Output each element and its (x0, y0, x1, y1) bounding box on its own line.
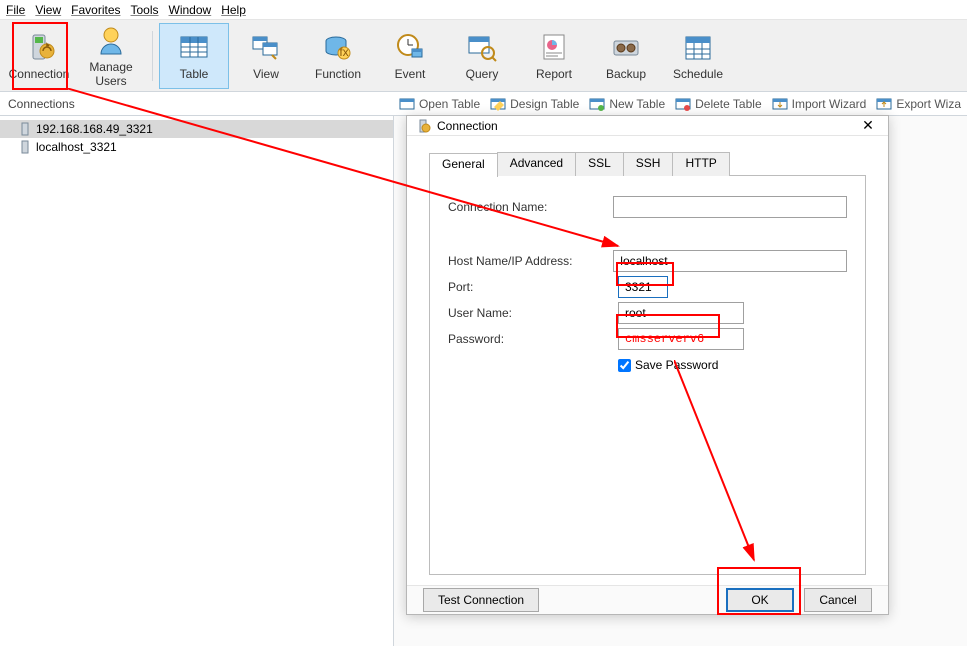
import-icon (772, 96, 788, 112)
manage-users-label: Manage Users (77, 60, 145, 88)
event-button[interactable]: Event (375, 23, 445, 89)
connection-button[interactable]: Connection (4, 23, 74, 89)
view-button[interactable]: View (231, 23, 301, 89)
function-icon: fx (322, 31, 354, 63)
ok-button[interactable]: OK (726, 588, 794, 612)
cancel-button[interactable]: Cancel (804, 588, 872, 612)
user-icon (95, 24, 127, 56)
password-label: Password: (448, 332, 618, 346)
tab-http[interactable]: HTTP (672, 152, 729, 176)
report-button[interactable]: Report (519, 23, 589, 89)
query-button[interactable]: Query (447, 23, 517, 89)
tab-page-general: Connection Name: Host Name/IP Address: P… (429, 175, 866, 575)
menu-tools[interactable]: Tools (131, 3, 159, 17)
menu-favorites[interactable]: Favorites (71, 3, 120, 17)
function-label: Function (315, 67, 361, 81)
new-table-icon (589, 96, 605, 112)
tree-item-label: 192.168.168.49_3321 (36, 122, 153, 136)
view-icon (250, 31, 282, 63)
backup-label: Backup (606, 67, 646, 81)
event-icon (394, 31, 426, 63)
schedule-label: Schedule (673, 67, 723, 81)
query-label: Query (466, 67, 499, 81)
main-toolbar: Connection Manage Users Table View fx Fu… (0, 20, 967, 92)
table-button[interactable]: Table (159, 23, 229, 89)
menu-file[interactable]: File (6, 3, 25, 17)
tab-advanced[interactable]: Advanced (497, 152, 576, 176)
menu-view[interactable]: View (35, 3, 61, 17)
menu-window[interactable]: Window (169, 3, 212, 17)
report-icon (538, 31, 570, 63)
import-wizard-action[interactable]: Import Wizard (772, 96, 867, 112)
port-input[interactable] (618, 276, 668, 298)
save-password-checkbox[interactable] (618, 359, 631, 372)
connection-icon (23, 31, 55, 63)
export-wizard-action[interactable]: Export Wiza (876, 96, 961, 112)
svg-text:fx: fx (339, 45, 348, 59)
dialog-icon (415, 118, 431, 134)
schedule-button[interactable]: Schedule (663, 23, 733, 89)
dialog-titlebar[interactable]: Connection ✕ (407, 116, 888, 136)
toolbar-divider (152, 31, 153, 81)
save-password-label: Save Password (635, 358, 718, 372)
export-icon (876, 96, 892, 112)
password-input[interactable] (618, 328, 744, 350)
view-label: View (253, 67, 279, 81)
server-icon (18, 140, 32, 154)
connection-label: Connection (9, 67, 70, 81)
open-table-icon (399, 96, 415, 112)
connections-label: Connections (0, 97, 399, 111)
dialog-button-bar: Test Connection OK Cancel (407, 585, 888, 614)
tab-general[interactable]: General (429, 153, 498, 177)
connection-name-label: Connection Name: (448, 200, 613, 214)
host-input[interactable] (613, 250, 847, 272)
connection-tree[interactable]: 192.168.168.49_3321 localhost_3321 (0, 116, 394, 646)
sub-toolbar: Connections Open Table Design Table New … (0, 92, 967, 116)
design-table-action[interactable]: Design Table (490, 96, 579, 112)
connection-dialog: Connection ✕ General Advanced SSL SSH HT… (406, 115, 889, 615)
backup-button[interactable]: Backup (591, 23, 661, 89)
connection-name-input[interactable] (613, 196, 847, 218)
new-table-action[interactable]: New Table (589, 96, 665, 112)
function-button[interactable]: fx Function (303, 23, 373, 89)
dialog-tabs: General Advanced SSL SSH HTTP (429, 152, 866, 176)
tab-ssh[interactable]: SSH (623, 152, 674, 176)
host-label: Host Name/IP Address: (448, 254, 613, 268)
manage-users-button[interactable]: Manage Users (76, 23, 146, 89)
tree-item[interactable]: 192.168.168.49_3321 (0, 120, 393, 138)
tree-item-label: localhost_3321 (36, 140, 117, 154)
delete-table-action[interactable]: Delete Table (675, 96, 762, 112)
design-table-icon (490, 96, 506, 112)
server-icon (18, 122, 32, 136)
menu-bar: File View Favorites Tools Window Help (0, 0, 967, 20)
delete-table-icon (675, 96, 691, 112)
close-icon[interactable]: ✕ (856, 117, 880, 134)
query-icon (466, 31, 498, 63)
backup-icon (610, 31, 642, 63)
user-input[interactable] (618, 302, 744, 324)
user-label: User Name: (448, 306, 618, 320)
open-table-action[interactable]: Open Table (399, 96, 480, 112)
table-label: Table (180, 67, 209, 81)
table-icon (178, 31, 210, 63)
menu-help[interactable]: Help (221, 3, 246, 17)
test-connection-button[interactable]: Test Connection (423, 588, 539, 612)
tree-item[interactable]: localhost_3321 (0, 138, 393, 156)
report-label: Report (536, 67, 572, 81)
schedule-icon (682, 31, 714, 63)
event-label: Event (395, 67, 426, 81)
port-label: Port: (448, 280, 618, 294)
tab-ssl[interactable]: SSL (575, 152, 624, 176)
dialog-title: Connection (437, 119, 856, 133)
